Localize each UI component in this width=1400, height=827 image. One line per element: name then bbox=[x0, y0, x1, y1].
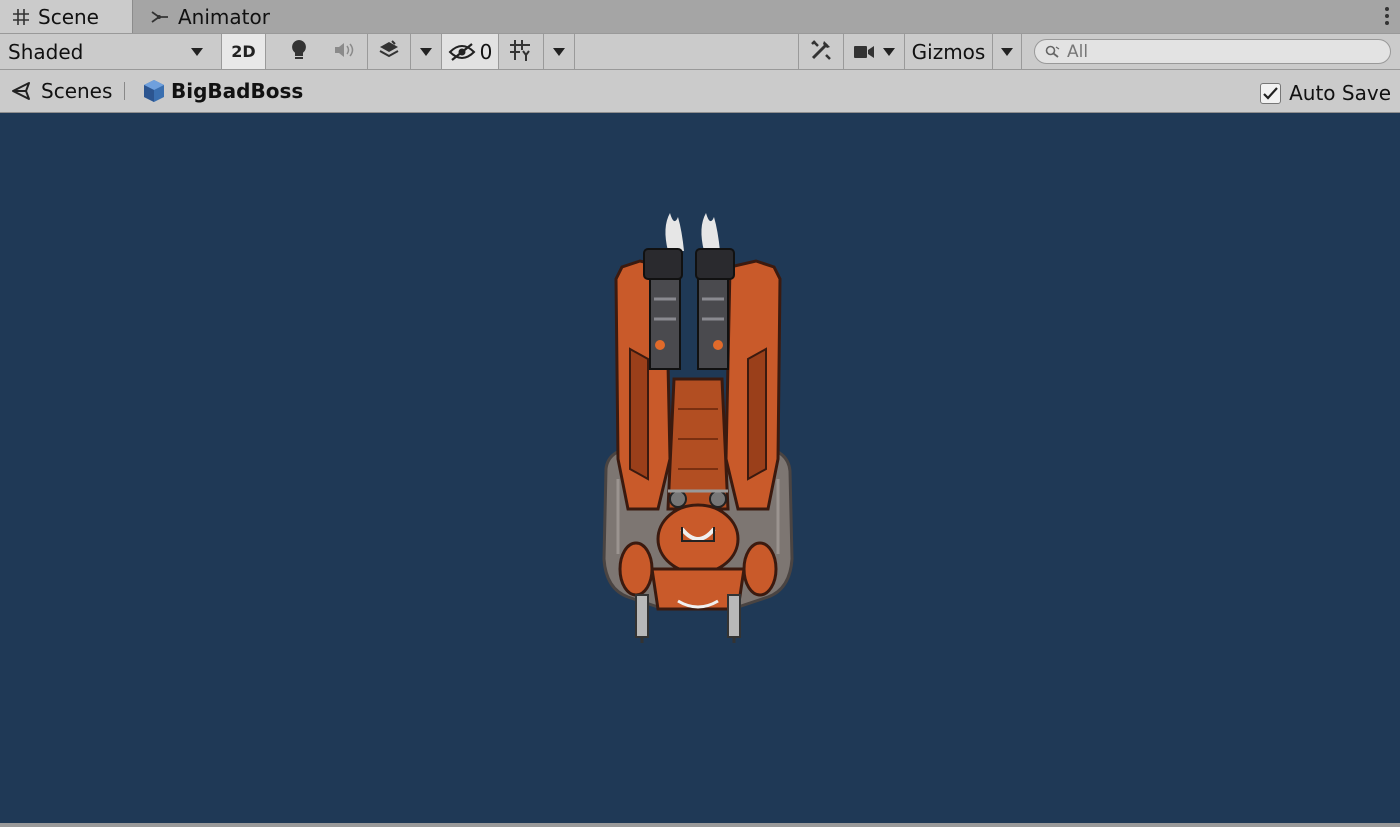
chevron-down-icon bbox=[883, 47, 895, 56]
chevron-down-icon bbox=[191, 47, 203, 56]
cannon-left bbox=[635, 594, 649, 638]
tab-scene-label: Scene bbox=[38, 4, 99, 29]
eye-hidden-icon bbox=[448, 42, 476, 62]
lightbulb-icon bbox=[290, 39, 308, 65]
mode-2d-button[interactable]: 2D bbox=[221, 34, 266, 69]
camera-icon bbox=[853, 44, 875, 60]
cannon-right bbox=[727, 594, 741, 638]
prefab-cube-icon bbox=[143, 79, 165, 103]
chevron-down-icon bbox=[1001, 47, 1013, 56]
chevron-down-icon bbox=[420, 47, 432, 56]
draw-mode-value: Shaded bbox=[8, 39, 84, 64]
speaker-icon bbox=[333, 41, 355, 63]
effects-toggle[interactable] bbox=[368, 34, 410, 69]
gizmos-dropdown[interactable] bbox=[993, 34, 1021, 69]
scene-toolbar: Shaded 2D 0 Gizmos All bbox=[0, 33, 1400, 70]
chevron-down-icon bbox=[553, 47, 565, 56]
grid-dropdown[interactable] bbox=[544, 34, 574, 69]
engine-left bbox=[643, 248, 683, 280]
audio-toggle[interactable] bbox=[322, 34, 366, 69]
tools-button[interactable] bbox=[799, 34, 843, 69]
breadcrumb-bar: Scenes BigBadBoss Auto Save bbox=[0, 70, 1400, 113]
effects-dropdown[interactable] bbox=[411, 34, 441, 69]
auto-save-label: Auto Save bbox=[1289, 81, 1391, 105]
checkmark-icon bbox=[1263, 86, 1278, 100]
boss-spaceship-sprite[interactable] bbox=[578, 209, 818, 649]
tab-animator-label: Animator bbox=[178, 4, 270, 29]
panel-bottom-border bbox=[0, 823, 1400, 827]
grid-hash-icon bbox=[12, 8, 30, 26]
more-options-icon[interactable] bbox=[1384, 5, 1390, 27]
layers-icon bbox=[378, 39, 400, 64]
animator-icon bbox=[150, 8, 170, 26]
auto-save-toggle[interactable]: Auto Save bbox=[1260, 70, 1391, 116]
engine-right bbox=[695, 248, 735, 280]
hidden-count: 0 bbox=[479, 39, 493, 64]
search-icon bbox=[1045, 45, 1061, 59]
unity-logo-icon bbox=[11, 81, 33, 101]
window-tab-bar: Scene Animator bbox=[0, 0, 1400, 33]
search-input[interactable] bbox=[1067, 41, 1367, 62]
exhaust-flame-left bbox=[665, 213, 684, 251]
hidden-objects-toggle[interactable]: 0 bbox=[442, 34, 498, 69]
search-field[interactable] bbox=[1034, 39, 1391, 64]
breadcrumb-divider bbox=[124, 82, 125, 100]
gizmos-button[interactable]: Gizmos bbox=[905, 34, 992, 69]
draw-mode-dropdown[interactable]: Shaded bbox=[0, 34, 211, 69]
grid-snap-icon bbox=[508, 38, 534, 66]
tab-animator[interactable]: Animator bbox=[150, 0, 270, 33]
tools-icon bbox=[809, 38, 833, 66]
breadcrumb-scenes-label: Scenes bbox=[41, 79, 113, 103]
breadcrumb-prefab-label: BigBadBoss bbox=[171, 79, 304, 103]
breadcrumb-scenes[interactable]: Scenes bbox=[11, 70, 112, 112]
exhaust-flame-right bbox=[701, 213, 720, 251]
grid-snap-toggle[interactable] bbox=[499, 34, 543, 69]
camera-dropdown[interactable] bbox=[844, 34, 904, 69]
auto-save-checkbox[interactable] bbox=[1260, 82, 1282, 104]
lighting-toggle[interactable] bbox=[278, 34, 320, 69]
breadcrumb-prefab[interactable]: BigBadBoss bbox=[143, 70, 303, 112]
tab-scene[interactable]: Scene bbox=[0, 0, 133, 33]
scene-viewport[interactable] bbox=[0, 113, 1400, 827]
